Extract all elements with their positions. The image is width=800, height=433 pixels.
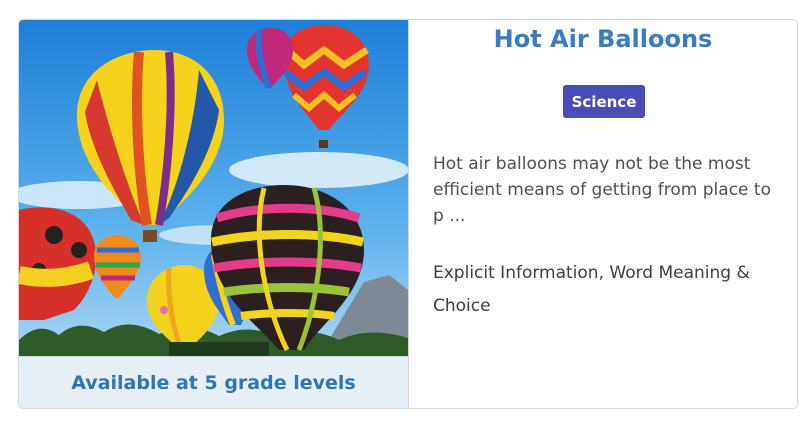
passage-card[interactable]: Available at 5 grade levels Hot Air Ball… (18, 19, 798, 409)
card-image-column[interactable]: Available at 5 grade levels (19, 20, 409, 408)
grade-levels-label: Available at 5 grade levels (71, 371, 356, 394)
card-details-column: Hot Air Balloons Science Hot air balloon… (409, 20, 797, 408)
category-badge: Science (563, 85, 645, 118)
passage-description: Hot air balloons may not be the most eff… (433, 154, 771, 226)
passage-skills: Explicit Information, Word Meaning & Cho… (433, 263, 750, 316)
grade-levels-banner[interactable]: Available at 5 grade levels (19, 356, 408, 408)
passage-title[interactable]: Hot Air Balloons (409, 25, 797, 53)
passage-thumbnail[interactable] (19, 20, 408, 356)
